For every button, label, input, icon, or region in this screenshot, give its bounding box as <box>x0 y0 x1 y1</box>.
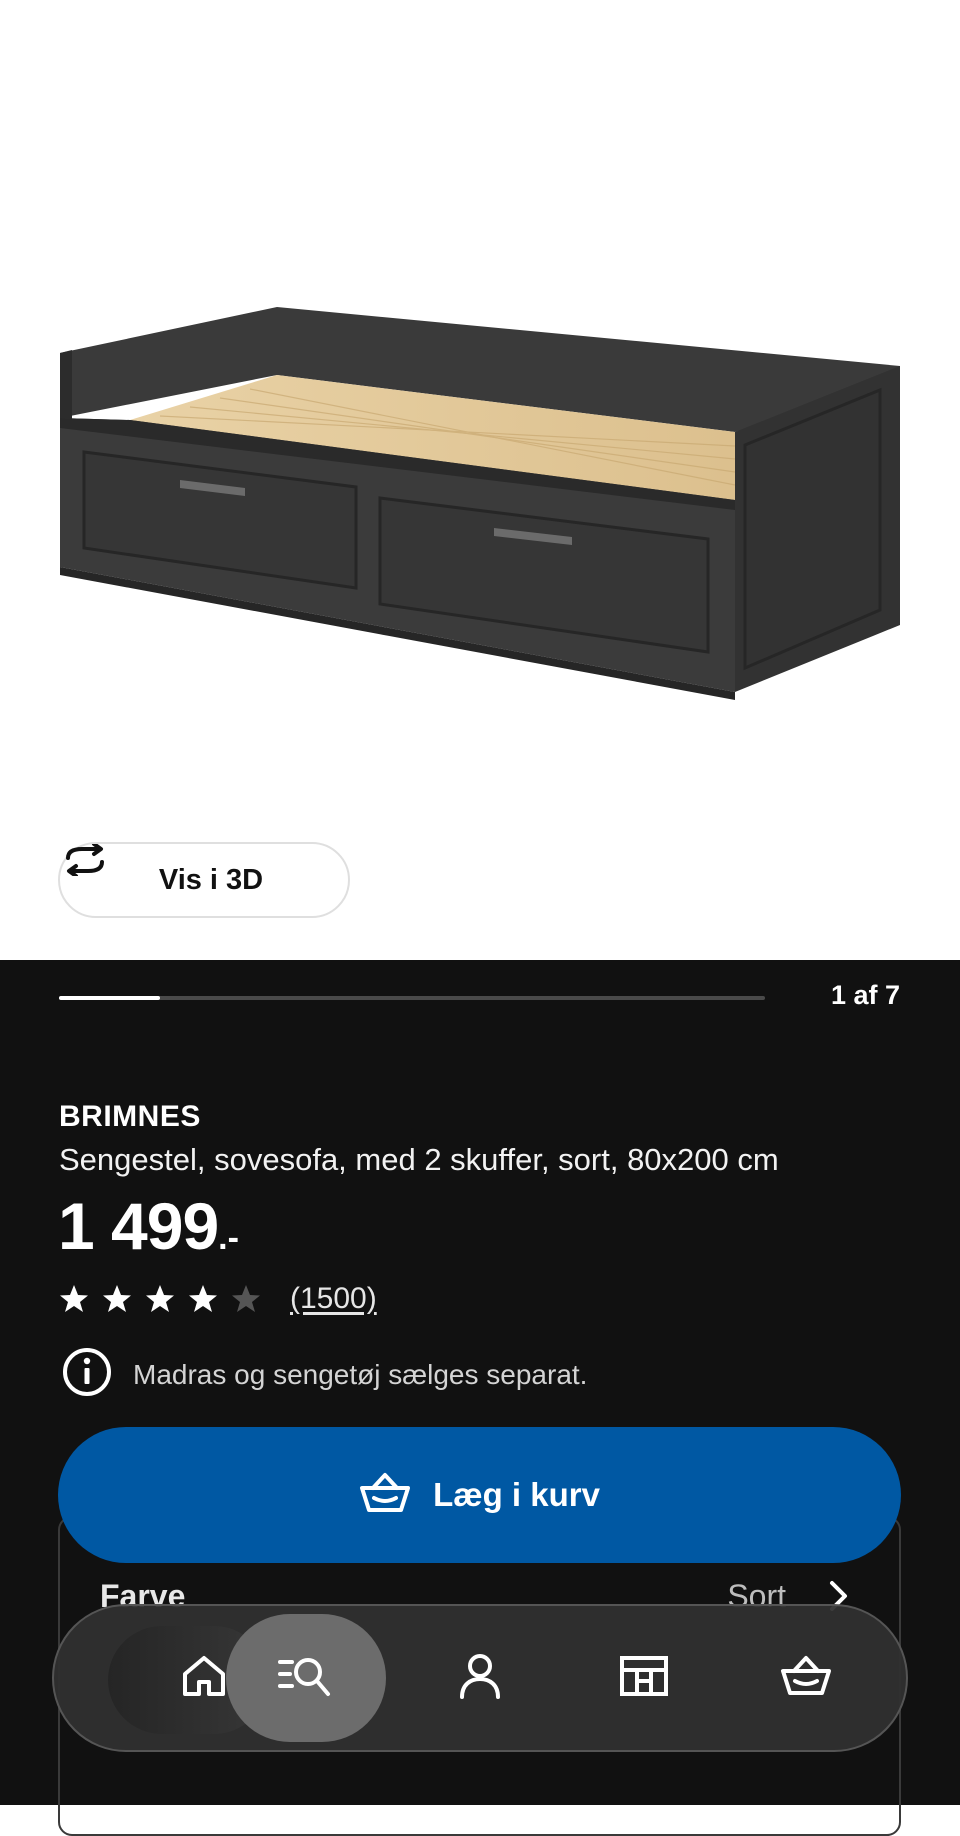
nav-basket[interactable] <box>726 1614 886 1742</box>
gallery-progress-fill <box>59 996 160 1000</box>
price-amount: 1 499 <box>58 1189 219 1263</box>
info-note: Madras og sengetøj sælges separat. <box>61 1346 587 1403</box>
nav-search[interactable] <box>226 1614 386 1742</box>
product-name: BRIMNES <box>59 1100 201 1133</box>
nav-stores[interactable] <box>564 1614 724 1742</box>
bottom-navigation <box>52 1604 908 1752</box>
rating-stars <box>59 1284 261 1314</box>
star-filled-icon <box>146 1285 174 1312</box>
product-image <box>60 307 900 700</box>
view-3d-label: Vis i 3D <box>158 863 264 896</box>
star-empty-icon <box>232 1285 260 1312</box>
search-list-icon <box>278 1654 334 1703</box>
home-icon <box>181 1654 227 1703</box>
view-3d-button[interactable]: Vis i 3D <box>58 842 350 918</box>
basket-icon <box>780 1655 832 1702</box>
store-icon <box>619 1654 669 1703</box>
product-image-area[interactable]: Vis i 3D <box>0 0 960 960</box>
gallery-progress-bar <box>59 996 765 1000</box>
gallery-counter: 1 af 7 <box>830 980 900 1010</box>
star-filled-icon <box>103 1285 131 1312</box>
product-rating[interactable]: (1500) <box>59 1282 377 1316</box>
review-count-link[interactable]: (1500) <box>290 1282 377 1316</box>
star-filled-icon <box>189 1285 217 1312</box>
product-price: 1 499.- <box>58 1188 239 1264</box>
info-icon <box>61 1346 113 1403</box>
price-suffix: .- <box>218 1219 239 1257</box>
add-to-cart-label: Læg i kurv <box>433 1476 600 1513</box>
basket-icon <box>359 1472 411 1519</box>
user-icon <box>458 1653 502 1704</box>
info-note-text: Madras og sengetøj sælges separat. <box>133 1358 588 1390</box>
star-filled-icon <box>60 1285 88 1312</box>
add-to-cart-button[interactable]: Læg i kurv <box>58 1427 901 1563</box>
nav-profile[interactable] <box>400 1614 560 1742</box>
product-description: Sengestel, sovesofa, med 2 skuffer, sort… <box>59 1142 779 1177</box>
